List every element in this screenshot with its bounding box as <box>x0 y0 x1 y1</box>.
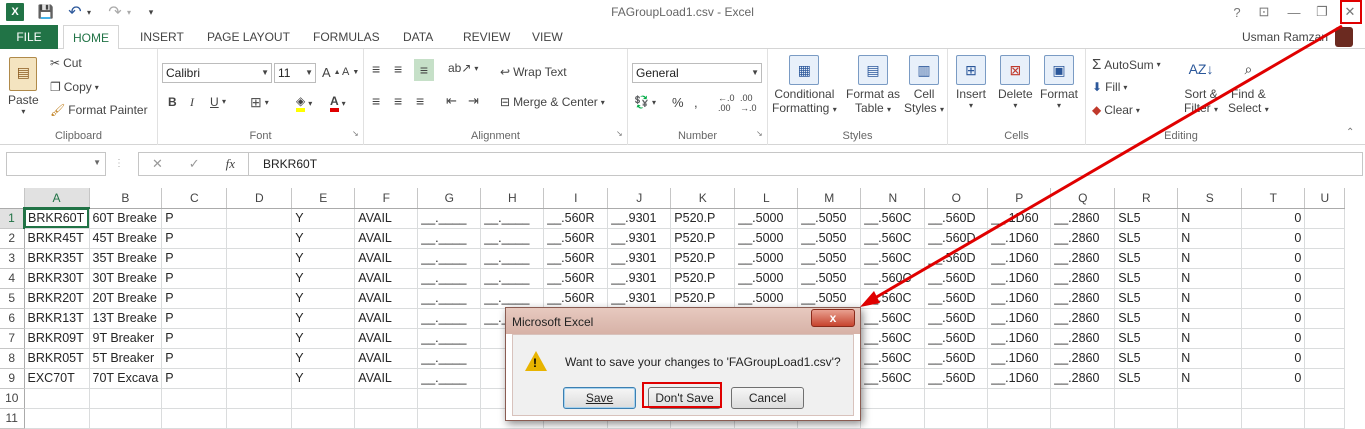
dialog-title: Microsoft Excel <box>512 315 594 329</box>
dialog-message: Want to save your changes to 'FAGroupLoa… <box>565 355 841 369</box>
dialog-title-bar[interactable]: Microsoft Excel x <box>506 308 860 334</box>
save-button[interactable]: Save <box>563 387 636 409</box>
dont-save-highlight-box <box>642 382 722 408</box>
arrow-line <box>867 24 1343 304</box>
warning-icon-glyph: ! <box>533 356 537 370</box>
dialog-close-button[interactable]: x <box>811 309 855 327</box>
warning-icon: ! <box>525 351 547 371</box>
arrow-head <box>860 291 880 307</box>
cancel-button[interactable]: Cancel <box>731 387 804 409</box>
